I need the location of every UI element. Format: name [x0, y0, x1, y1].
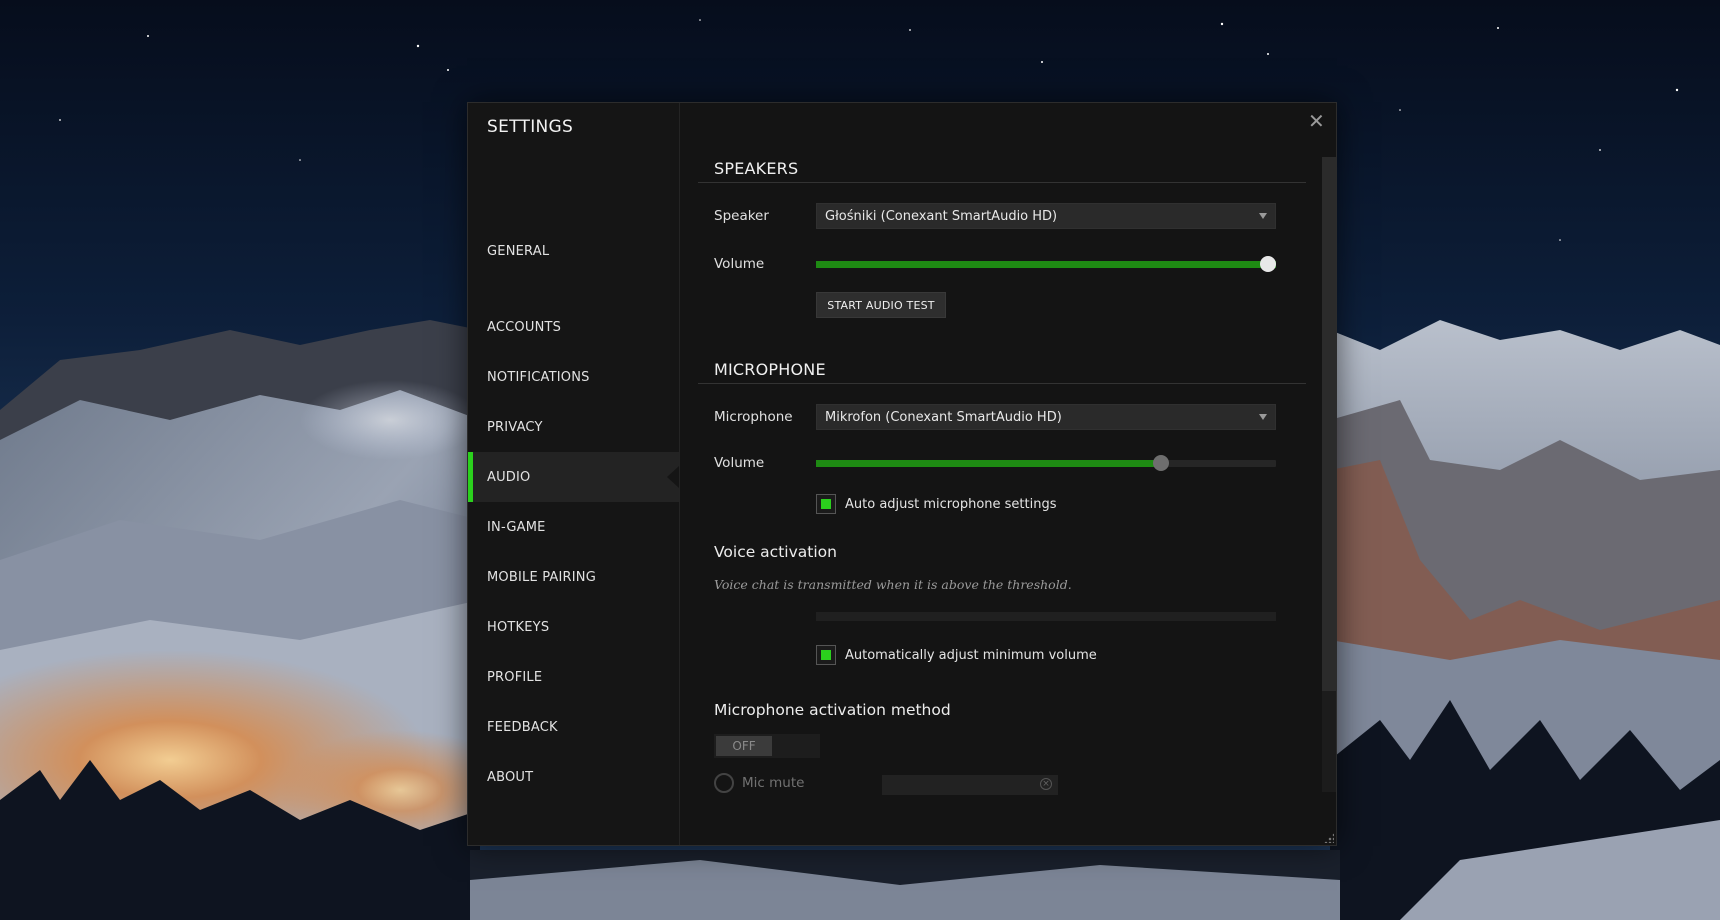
microphone-heading: MICROPHONE	[714, 360, 826, 379]
checkmark-icon	[821, 650, 831, 660]
microphone-dropdown-value: Mikrofon (Conexant SmartAudio HD)	[825, 409, 1062, 425]
chevron-down-icon	[1259, 213, 1267, 219]
close-icon[interactable]: ✕	[1308, 111, 1325, 131]
sidebar-item-notifications[interactable]: NOTIFICATIONS	[468, 352, 679, 402]
checkmark-icon	[821, 499, 831, 509]
sidebar-item-feedback[interactable]: FEEDBACK	[468, 702, 679, 752]
sidebar-item-profile[interactable]: PROFILE	[468, 652, 679, 702]
toggle-knob: OFF	[716, 736, 772, 756]
speaker-volume-thumb[interactable]	[1260, 256, 1276, 272]
microphone-volume-fill	[816, 460, 1161, 467]
speakers-divider	[698, 182, 1306, 183]
microphone-label: Microphone	[714, 409, 793, 425]
speakers-heading: SPEAKERS	[714, 159, 799, 178]
microphone-volume-label: Volume	[714, 455, 765, 471]
mic-mute-hotkey-field[interactable]: ×	[882, 775, 1058, 795]
auto-min-volume-checkbox[interactable]	[816, 645, 836, 665]
auto-adjust-microphone-checkbox[interactable]	[816, 494, 836, 514]
mic-mute-radio[interactable]	[714, 773, 734, 793]
sidebar-item-mobile-pairing[interactable]: MOBILE PAIRING	[468, 552, 679, 602]
speaker-dropdown-value: Głośniki (Conexant SmartAudio HD)	[825, 208, 1058, 224]
mic-mute-label: Mic mute	[742, 775, 805, 791]
speaker-dropdown[interactable]: Głośniki (Conexant SmartAudio HD)	[816, 203, 1276, 229]
auto-min-volume-label: Automatically adjust minimum volume	[845, 647, 1097, 663]
sidebar-item-hotkeys[interactable]: HOTKEYS	[468, 602, 679, 652]
clear-icon[interactable]: ×	[1040, 778, 1052, 790]
sidebar-item-accounts[interactable]: ACCOUNTS	[468, 302, 679, 352]
settings-window: SETTINGS GENERAL ACCOUNTS NOTIFICATIONS …	[467, 102, 1337, 846]
sidebar-item-about[interactable]: ABOUT	[468, 752, 679, 802]
speaker-volume-fill	[816, 261, 1276, 268]
activation-method-toggle[interactable]: OFF	[714, 734, 820, 758]
microphone-divider	[698, 383, 1306, 384]
speaker-label: Speaker	[714, 208, 769, 224]
content-scrollbar-thumb[interactable]	[1322, 157, 1336, 691]
auto-min-volume-row[interactable]: Automatically adjust minimum volume	[816, 645, 1097, 665]
speaker-volume-slider[interactable]	[816, 256, 1276, 272]
sidebar-item-audio[interactable]: AUDIO	[468, 452, 679, 502]
audio-settings-panel: SPEAKERS Speaker Głośniki (Conexant Smar…	[680, 103, 1336, 845]
chevron-down-icon	[1259, 414, 1267, 420]
settings-sidebar: SETTINGS GENERAL ACCOUNTS NOTIFICATIONS …	[468, 103, 680, 845]
voice-activation-heading: Voice activation	[714, 543, 837, 561]
start-audio-test-button[interactable]: START AUDIO TEST	[816, 292, 946, 318]
settings-title: SETTINGS	[487, 117, 574, 137]
microphone-dropdown[interactable]: Mikrofon (Conexant SmartAudio HD)	[816, 404, 1276, 430]
speaker-volume-label: Volume	[714, 256, 765, 272]
voice-activation-hint: Voice chat is transmitted when it is abo…	[714, 577, 1072, 592]
mic-mute-option[interactable]: Mic mute	[714, 773, 804, 793]
sidebar-item-general[interactable]: GENERAL	[468, 226, 679, 276]
auto-adjust-microphone-label: Auto adjust microphone settings	[845, 496, 1057, 512]
sidebar-item-privacy[interactable]: PRIVACY	[468, 402, 679, 452]
voice-threshold-bar[interactable]	[816, 612, 1276, 621]
auto-adjust-microphone-row[interactable]: Auto adjust microphone settings	[816, 494, 1056, 514]
microphone-volume-thumb[interactable]	[1153, 455, 1169, 471]
microphone-volume-slider[interactable]	[816, 455, 1276, 471]
activation-method-heading: Microphone activation method	[714, 701, 951, 719]
sidebar-item-in-game[interactable]: IN-GAME	[468, 502, 679, 552]
